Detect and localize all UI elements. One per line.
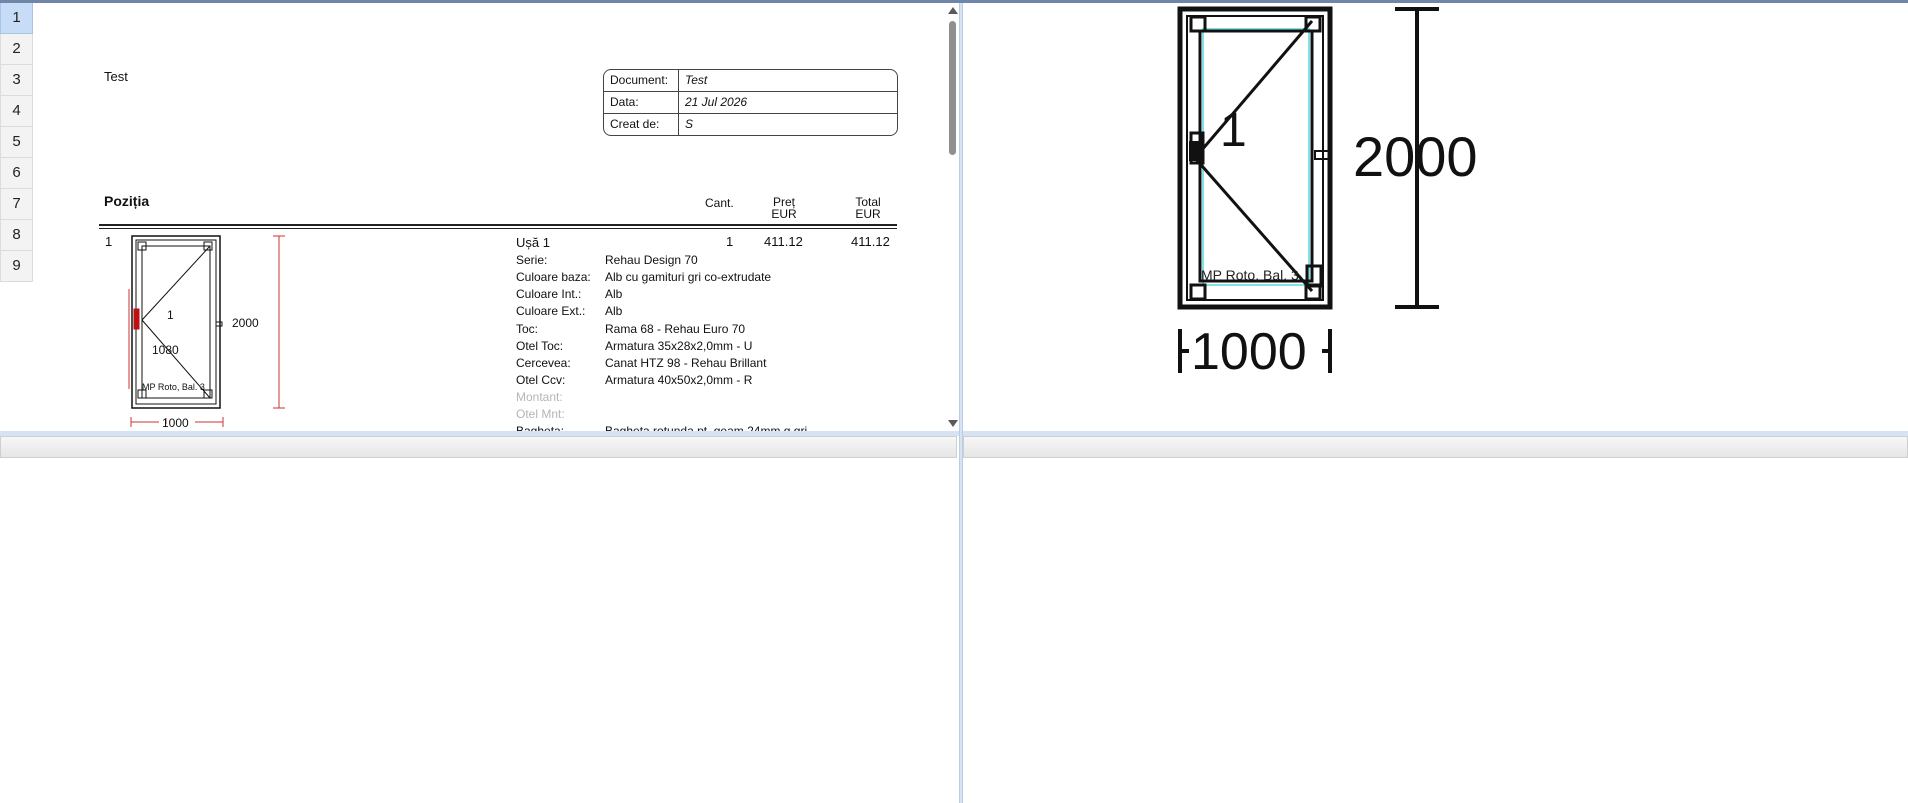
item-total: 411.12 (851, 234, 890, 249)
document-preview-pane[interactable]: Test Document: Test Data: 21 Jul 2026 Cr… (33, 3, 946, 431)
bottom-right-panel-header (963, 436, 1908, 458)
prop-key: Otel Toc: (516, 339, 564, 353)
scrollbar-thumb[interactable] (949, 21, 956, 155)
page-tab-7[interactable]: 7 (0, 189, 33, 220)
prop-key: Otel Mnt: (516, 407, 565, 421)
prop-value: Canat HTZ 98 - Rehau Brillant (605, 356, 767, 370)
thumb-sash-number: 1 (167, 308, 174, 322)
document-info-box: Document: Test Data: 21 Jul 2026 Creat d… (603, 69, 898, 136)
prop-key: Cercevea: (516, 356, 571, 370)
prop-value: Alb (605, 304, 623, 318)
price-unit: EUR (771, 207, 797, 221)
info-value: S (685, 117, 694, 131)
thumb-height: 2000 (232, 316, 259, 330)
prop-key: Serie: (516, 253, 548, 267)
info-key: Creat de: (604, 114, 679, 135)
info-value: 21 Jul 2026 (685, 95, 748, 109)
info-row-document: Document: Test (604, 70, 897, 92)
document-scrollbar[interactable] (946, 3, 959, 431)
info-key: Data: (604, 92, 679, 113)
prop-key: Culoare Int.: (516, 287, 582, 301)
preview-width-dimension: 1000 (1191, 323, 1307, 381)
position-column-header: Poziția (104, 193, 150, 209)
total-unit: EUR (855, 207, 881, 221)
bottom-left-panel-header (0, 436, 957, 458)
preview-sash-number: 1 (1220, 104, 1247, 157)
page-selector: 1 2 3 4 5 6 7 8 9 (0, 3, 33, 282)
prop-value: Armatura 35x28x2,0mm - U (605, 339, 753, 353)
door-drawing-preview: 1 MP Roto, Bal. 3 2000 1000 (963, 3, 1908, 431)
page-tab-3[interactable]: 3 (0, 65, 33, 96)
info-row-date: Data: 21 Jul 2026 (604, 92, 897, 114)
prop-key: Montant: (516, 390, 563, 404)
prop-key: Otel Ccv: (516, 373, 566, 387)
header-rule (99, 224, 897, 226)
prop-value: Alb cu gamituri gri co-extrudate (605, 270, 772, 284)
prop-key: Culoare Ext.: (516, 304, 586, 318)
prop-value: Rehau Design 70 (605, 253, 698, 267)
thumb-hardware: MP Roto, Bal. 3 (142, 382, 205, 392)
price-column-header: Preț EUR (764, 196, 804, 220)
quantity-column-header: Cant. (705, 196, 734, 210)
thumb-handle-height: 1080 (152, 343, 179, 357)
page-tab-5[interactable]: 5 (0, 127, 33, 158)
prop-value: Bagheta rotunda pt. geam 24mm g.gri (605, 424, 808, 431)
item-name: Ușă 1 (516, 235, 550, 250)
total-column-header: Total EUR (848, 196, 888, 220)
prop-value: Rama 68 - Rehau Euro 70 (605, 322, 746, 336)
prop-key: Bagheta: (516, 424, 565, 431)
prop-value: Alb (605, 287, 623, 301)
scroll-up-icon[interactable] (948, 7, 958, 14)
item-index: 1 (105, 234, 113, 249)
page-tab-9[interactable]: 9 (0, 251, 33, 282)
door-drawing (1177, 6, 1439, 373)
page-tab-6[interactable]: 6 (0, 158, 33, 189)
item-door-thumbnail (128, 235, 285, 424)
document-name: Test (104, 69, 128, 84)
item-qty: 1 (726, 234, 734, 249)
thumb-width: 1000 (162, 416, 189, 430)
page-tab-4[interactable]: 4 (0, 96, 33, 127)
prop-value: Armatura 40x50x2,0mm - R (605, 373, 753, 387)
scroll-down-icon[interactable] (948, 420, 958, 427)
item-price: 411.12 (764, 234, 803, 249)
page-tab-8[interactable]: 8 (0, 220, 33, 251)
page-tab-2[interactable]: 2 (0, 34, 33, 65)
page-tab-1[interactable]: 1 (0, 3, 33, 34)
preview-hardware: MP Roto, Bal. 3 (1201, 267, 1299, 283)
preview-height-dimension: 2000 (1353, 125, 1478, 188)
info-value: Test (685, 73, 708, 87)
info-key: Document: (604, 70, 679, 91)
prop-key: Culoare baza: (516, 270, 591, 284)
prop-key: Toc: (516, 322, 539, 336)
info-row-author: Creat de: S (604, 114, 897, 135)
